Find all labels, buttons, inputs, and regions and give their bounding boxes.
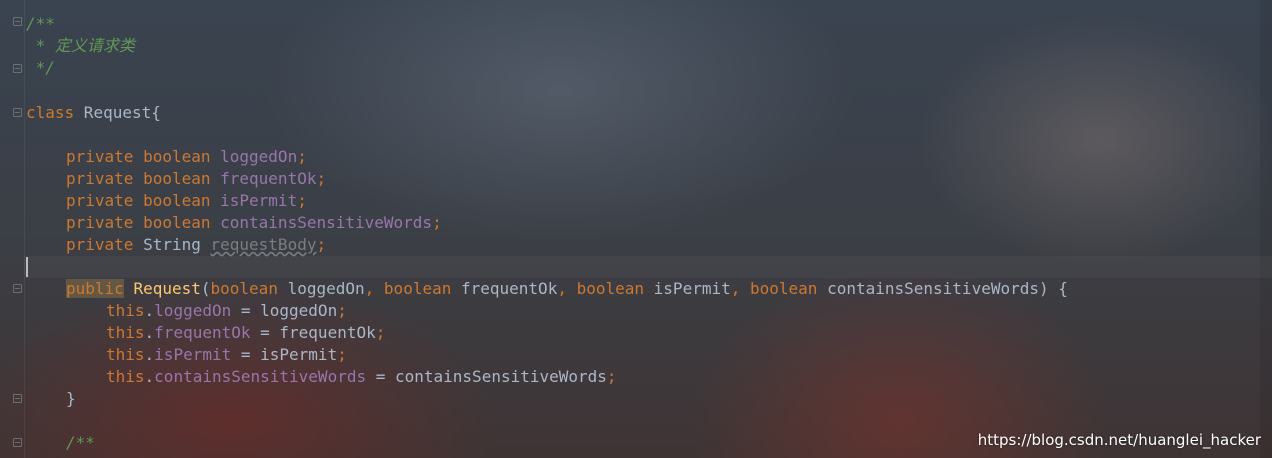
semicolon: ; [316,169,327,188]
unused-field-name: requestBody [210,235,317,254]
fold-marker-icon[interactable] [13,394,22,403]
semicolon: ; [316,235,327,254]
type-keyword: boolean [133,213,211,232]
code-line-assignment: this.containsSensitiveWords = containsSe… [106,366,617,388]
semicolon: ; [337,301,347,320]
field-name: frequentOk [210,169,317,188]
current-line-highlight [24,256,1272,278]
assignment-rhs: = frequentOk [250,323,376,342]
code-editor[interactable]: /** * 定义请求类 */ class Request{ private bo… [0,0,1272,458]
dot: . [144,367,155,386]
code-line-assignment: this.frequentOk = frequentOk; [106,322,385,344]
code-line-next-comment: /** [66,433,95,452]
field-name: isPermit [154,345,232,364]
param-name: loggedOn [277,279,365,298]
paren: ( [200,279,211,298]
modifier-keyword: private [66,213,134,232]
this-keyword: this [106,323,145,342]
field-name: isPermit [210,191,298,210]
fold-marker-icon[interactable] [13,17,22,26]
code-line-class-decl: class Request{ [26,102,161,124]
code-line-field: private boolean isPermit; [66,190,307,212]
field-name: containsSensitiveWords [210,213,433,232]
param-name: frequentOk [451,279,558,298]
modifier-keyword: private [66,191,134,210]
param-type: boolean [383,279,452,298]
modifier-keyword: private [66,147,134,166]
assignment-rhs: = isPermit [231,345,338,364]
code-line-comment-body: * 定义请求类 [26,36,135,55]
separator: , [364,279,384,298]
semicolon: ; [606,367,617,386]
assignment-rhs: = loggedOn [231,301,338,320]
field-name: frequentOk [154,323,251,342]
type-keyword: boolean [133,191,211,210]
modifier-keyword: private [66,169,134,188]
fold-marker-icon[interactable] [13,64,22,73]
watermark-url: https://blog.csdn.net/huanglei_hacker [977,431,1261,449]
semicolon: ; [297,147,307,166]
field-name: loggedOn [154,301,232,320]
field-name: containsSensitiveWords [154,367,367,386]
separator: ) { [1039,279,1068,298]
param-type: boolean [210,279,278,298]
this-keyword: this [106,367,145,386]
type-keyword: boolean [133,169,211,188]
param-type: boolean [750,279,818,298]
dot: . [144,301,155,320]
dot: . [144,323,155,342]
modifier-keyword: private [66,235,134,254]
separator: , [730,279,750,298]
semicolon: ; [337,345,347,364]
class-keyword: class [26,103,75,122]
separator: , [557,279,577,298]
fold-marker-icon[interactable] [13,108,22,117]
type-keyword: boolean [133,147,211,166]
code-line-constructor: public Request(boolean loggedOn, boolean… [66,278,1068,300]
semicolon: ; [297,191,307,210]
this-keyword: this [106,301,145,320]
this-keyword: this [106,345,145,364]
editor-scrollbar[interactable] [1260,0,1272,458]
code-line-comment-open: /** [26,14,55,33]
constructor-name: Request [133,279,201,298]
class-name: Request{ [74,103,161,122]
code-line-field: private boolean containsSensitiveWords; [66,212,442,234]
text-caret [26,257,28,277]
field-name: loggedOn [210,147,298,166]
dot: . [144,345,155,364]
modifier-keyword: public [66,279,124,298]
code-line-assignment: this.isPermit = isPermit; [106,344,347,366]
code-line-comment-close: */ [26,58,55,77]
code-line-field: private boolean frequentOk; [66,168,326,190]
param-type: boolean [576,279,645,298]
param-name: containsSensitiveWords [817,279,1039,298]
assignment-rhs: = containsSensitiveWords [366,367,607,386]
code-line-close-brace: } [66,389,76,408]
editor-gutter [0,0,25,458]
type-name: String [133,235,211,254]
code-line-field: private String requestBody; [66,234,326,256]
fold-marker-icon[interactable] [13,284,22,293]
fold-marker-icon[interactable] [13,438,22,447]
code-line-field: private boolean loggedOn; [66,146,307,168]
semicolon: ; [432,213,442,232]
param-name: isPermit [644,279,731,298]
code-line-assignment: this.loggedOn = loggedOn; [106,300,347,322]
semicolon: ; [375,323,386,342]
